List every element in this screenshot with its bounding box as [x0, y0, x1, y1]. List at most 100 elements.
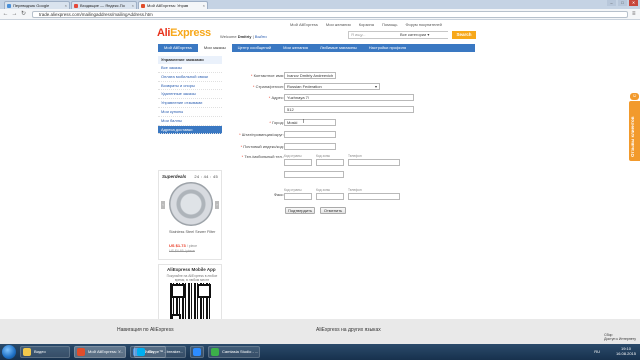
- aliexpress-favicon: [141, 3, 145, 8]
- fax-number-field[interactable]: [348, 193, 400, 200]
- sidebar-item-all-orders[interactable]: Все заказы: [158, 64, 222, 73]
- browser-tab-google-translate[interactable]: Переводчик Google ×: [4, 1, 70, 9]
- close-tab-icon[interactable]: ×: [65, 2, 67, 9]
- system-clock[interactable]: 19:10 16.08.2015: [616, 346, 636, 356]
- product-old-price: US $4.65 / piece: [169, 249, 195, 253]
- phone-area-code-field[interactable]: [316, 159, 344, 166]
- google-translate-icon: [7, 3, 11, 8]
- taskbar-item-app[interactable]: [190, 346, 204, 358]
- main-nav: Мой AliExpress Мои заказы Центр сообщени…: [158, 44, 475, 52]
- taskbar-item-chrome[interactable]: Мой AliExpress: У...: [74, 346, 126, 358]
- product-name-link[interactable]: Stainless Steel Sewer Filter: [169, 230, 217, 235]
- feedback-smile-icon[interactable]: ☺: [630, 93, 639, 100]
- phone-number-field[interactable]: [348, 159, 400, 166]
- contact-name-field[interactable]: Ivanov Dmitriy Andreevich: [284, 72, 336, 79]
- sidebar-item-points[interactable]: Мои баллы: [158, 117, 222, 126]
- windows-notification: Сбор Доступ к Интернету: [604, 333, 636, 342]
- back-button[interactable]: ←: [2, 11, 9, 18]
- zip-field[interactable]: [284, 143, 336, 150]
- fax-row: Факс: Код страны Код зоны Телефон: [224, 188, 484, 201]
- page-content: Мой AliExpress Мои желания Корзина Помощ…: [0, 21, 640, 344]
- mainnav-my-orders[interactable]: Мои заказы: [197, 44, 232, 52]
- taskbar-item-camtasia[interactable]: Camtasia Studio - ...: [208, 346, 260, 358]
- mainnav-wishlist[interactable]: Мои желания: [277, 44, 314, 52]
- product-image[interactable]: [169, 182, 213, 226]
- topnav-forum[interactable]: Форум покупателей: [405, 22, 441, 27]
- camtasia-icon: [211, 348, 219, 356]
- taskbar-item-skype[interactable]: Skype™ - breaker...: [134, 346, 186, 358]
- address-bar-row: ← → ↻ trade.aliexpress.com/mailingaddres…: [0, 9, 640, 20]
- superdeals-timer: 24 : 44 : 45: [194, 174, 218, 179]
- mobile-phone-field[interactable]: [284, 171, 344, 178]
- address-label: * Адрес:: [268, 95, 284, 100]
- superdeals-widget: Superdeals 24 : 44 : 45 ‹ › Stainless St…: [158, 170, 222, 260]
- browser-tab-yandex-mail[interactable]: Входящие — Яндекс.По ×: [71, 1, 137, 9]
- mainnav-profile-settings[interactable]: Настройки профиля: [363, 44, 412, 52]
- sidebar: Управление заказами Все заказы Оплата мо…: [158, 56, 222, 135]
- country-label: * Страна/регион:: [252, 84, 284, 89]
- state-label: * Штат/провинция/округ:: [239, 132, 284, 137]
- text-cursor-icon: I: [303, 119, 305, 125]
- state-row: * Штат/провинция/округ:: [224, 131, 484, 139]
- window-controls: – □ ✕: [607, 0, 638, 7]
- url-input[interactable]: trade.aliexpress.com/mailingaddress/mail…: [32, 11, 628, 18]
- mainnav-messages[interactable]: Центр сообщений: [232, 44, 278, 52]
- close-tab-icon[interactable]: ×: [203, 2, 205, 9]
- zip-row: * Почтовый индекс/код:: [224, 143, 484, 151]
- cancel-button[interactable]: Отменить: [320, 207, 346, 214]
- address-line1-field[interactable]: Yuzhnaya 7/: [284, 94, 414, 101]
- reload-button[interactable]: ↻: [20, 11, 27, 18]
- minimize-button[interactable]: –: [607, 0, 616, 6]
- sidebar-item-returns[interactable]: Возвраты и споры: [158, 82, 222, 91]
- phone-country-code-field[interactable]: [284, 159, 312, 166]
- close-tab-icon[interactable]: ×: [132, 2, 134, 9]
- topnav-cart[interactable]: Корзина: [359, 22, 374, 27]
- taskbar-item-video[interactable]: Видео: [20, 346, 70, 358]
- start-button[interactable]: [2, 345, 16, 359]
- superdeals-next-button[interactable]: ›: [215, 201, 219, 209]
- city-row: * Город: Moski I: [224, 119, 484, 127]
- topnav-help[interactable]: Помощь: [382, 22, 397, 27]
- phone-row: * Тел./мобильный тел.: Код страны Код зо…: [224, 154, 484, 178]
- mainnav-my-aliexpress[interactable]: Мой AliExpress: [158, 44, 198, 52]
- city-field[interactable]: Moski: [284, 119, 336, 126]
- customer-feedback-tab[interactable]: Отзывы клиентов: [629, 101, 640, 161]
- fax-country-code-field[interactable]: [284, 193, 312, 200]
- sidebar-item-deleted-orders[interactable]: Удаленные заказы: [158, 90, 222, 100]
- logout-link[interactable]: Выйти: [255, 34, 267, 39]
- sidebar-item-mobile-payment[interactable]: Оплата мобильной связи: [158, 73, 222, 82]
- sidebar-item-shipping-addresses[interactable]: Адреса доставки: [158, 125, 222, 135]
- product-price: US $1.73 / piece: [169, 243, 198, 248]
- topnav-wishlist[interactable]: Мои желания: [326, 22, 351, 27]
- close-window-button[interactable]: ✕: [629, 0, 638, 6]
- superdeals-prev-button[interactable]: ‹: [161, 201, 165, 209]
- category-select[interactable]: Все категории ▾: [400, 32, 448, 38]
- search-button[interactable]: Search: [452, 31, 476, 39]
- country-select[interactable]: Russian Federation ▾: [284, 83, 380, 90]
- sidebar-item-feedback[interactable]: Управление отзывами: [158, 99, 222, 108]
- language-indicator[interactable]: RU: [594, 349, 600, 354]
- maximize-button[interactable]: □: [618, 0, 627, 6]
- yandex-mail-icon: [74, 3, 78, 8]
- browser-menu-icon[interactable]: ≡: [632, 11, 638, 17]
- topnav-my-aliexpress[interactable]: Мой AliExpress: [290, 22, 318, 27]
- address-row: * Адрес: Yuzhnaya 7/: [224, 94, 484, 102]
- mainnav-favorite-stores[interactable]: Любимые магазины: [314, 44, 363, 52]
- browser-tab-aliexpress[interactable]: Мой AliExpress: Управ ×: [138, 1, 208, 9]
- footer: Навигация по AliExpress AliExpress на др…: [0, 319, 640, 344]
- confirm-button[interactable]: Подтвердить: [285, 207, 315, 214]
- forward-button[interactable]: →: [11, 11, 18, 18]
- aliexpress-logo[interactable]: AliExpress: [157, 27, 211, 39]
- state-field[interactable]: [284, 131, 336, 138]
- zip-label: * Почтовый индекс/код:: [240, 144, 284, 149]
- welcome-text: Welcome Dmitriy | Выйти: [220, 34, 267, 39]
- country-row: * Страна/регион: Russian Federation ▾: [224, 83, 484, 91]
- windows-taskbar: Видео Мой AliExpress: У... Файл Skype™ -…: [0, 344, 640, 360]
- footer-languages-heading: AliExpress на других языках: [316, 327, 381, 333]
- address-line2-field[interactable]: 512: [284, 106, 414, 113]
- mobile-app-description: Покупайте на AliExpress в любое время, в…: [166, 274, 218, 282]
- user-name: Dmitriy: [237, 34, 252, 39]
- superdeals-title: Superdeals: [162, 174, 187, 179]
- fax-area-code-field[interactable]: [316, 193, 344, 200]
- sidebar-item-coupons[interactable]: Мои купоны: [158, 108, 222, 117]
